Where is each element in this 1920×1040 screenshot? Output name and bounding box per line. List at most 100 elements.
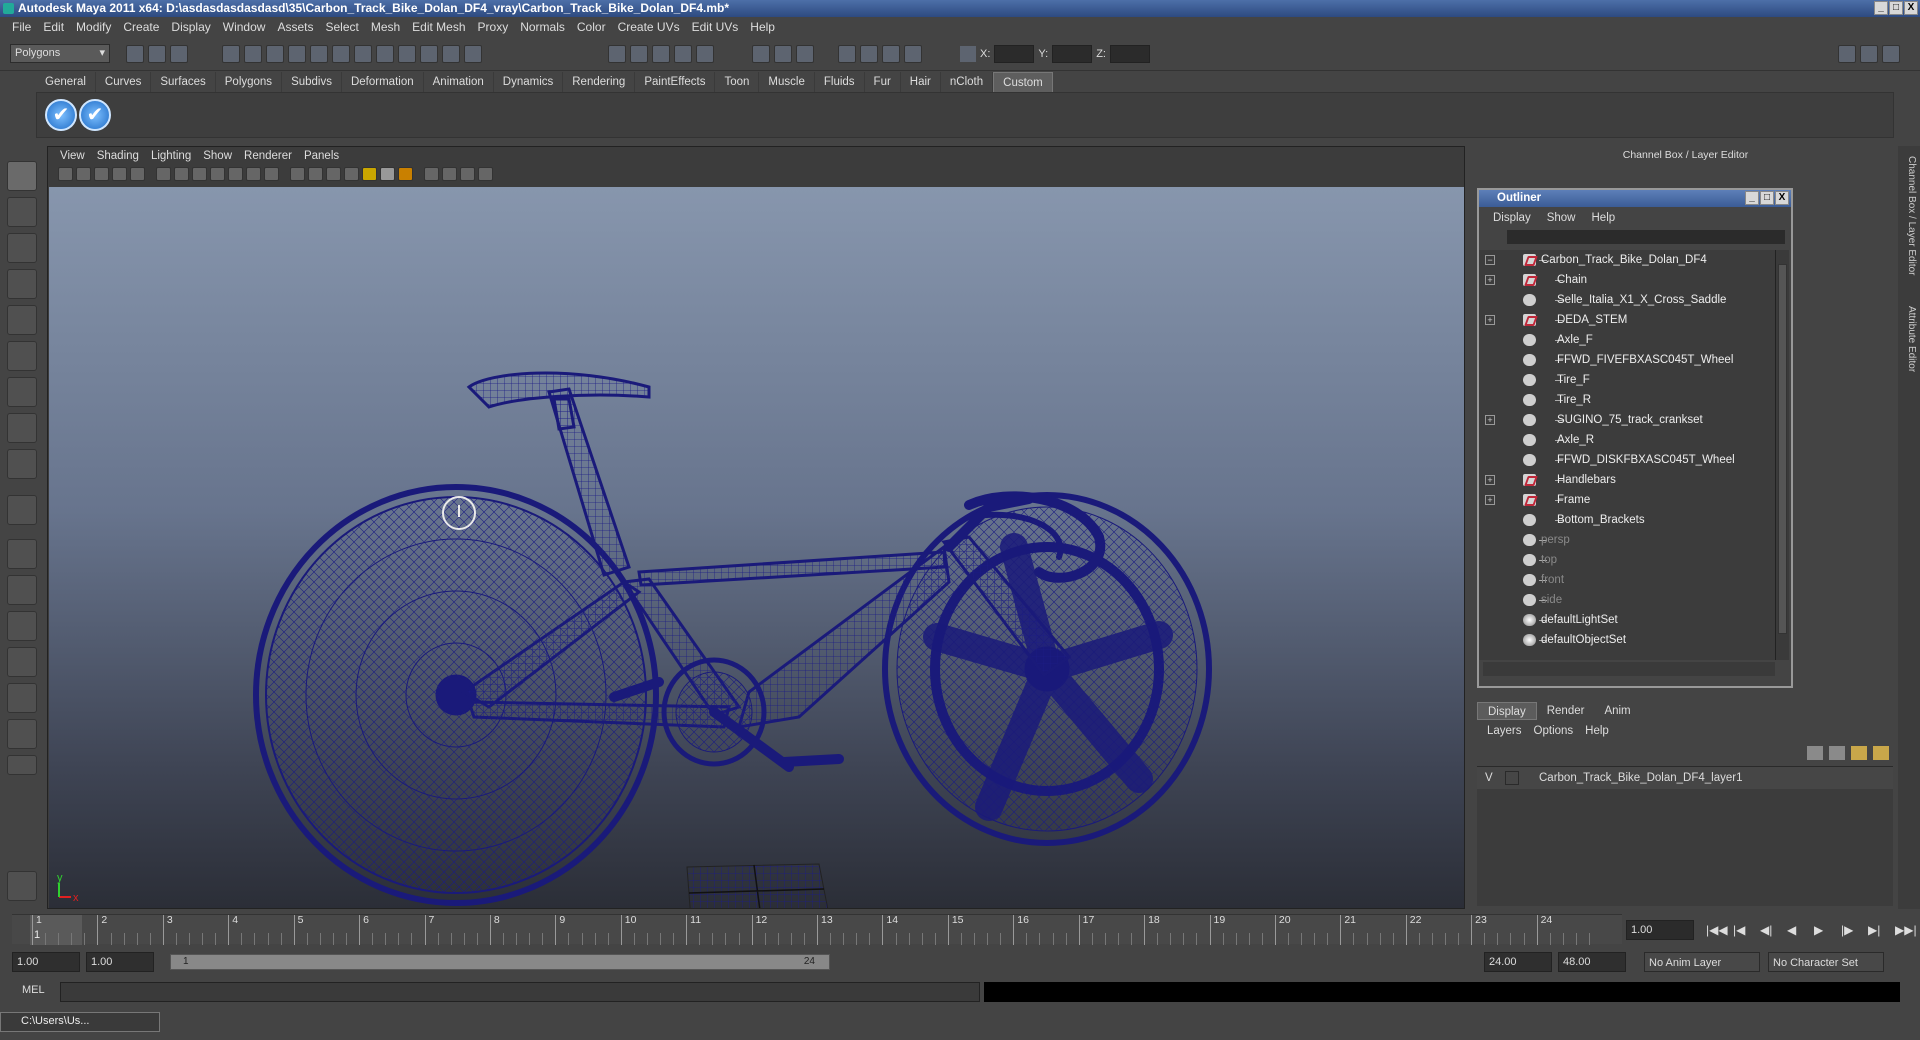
gate-mask-icon[interactable] bbox=[210, 167, 225, 181]
playback-button-3[interactable]: ◀| bbox=[1760, 923, 1772, 937]
menu-file[interactable]: File bbox=[6, 20, 37, 34]
outliner-item[interactable]: defaultLightSet bbox=[1479, 610, 1775, 630]
mask-render-icon[interactable] bbox=[420, 45, 438, 63]
lock-icon[interactable] bbox=[464, 45, 482, 63]
paint-select-tool-icon[interactable] bbox=[7, 233, 37, 263]
mel-label[interactable]: MEL bbox=[22, 984, 45, 996]
viewport-menu-renderer[interactable]: Renderer bbox=[238, 150, 298, 162]
outliner-item[interactable]: Tire_R bbox=[1479, 390, 1775, 410]
safe-action-icon[interactable] bbox=[246, 167, 261, 181]
expand-toggle-icon[interactable]: + bbox=[1485, 475, 1495, 485]
layer-color-swatch[interactable] bbox=[1505, 771, 1519, 785]
wireframe-icon[interactable] bbox=[290, 167, 305, 181]
ipr-render-icon[interactable] bbox=[882, 45, 900, 63]
absolute-transform-icon[interactable] bbox=[960, 46, 976, 62]
tab-attribute-editor[interactable]: Attribute Editor bbox=[1901, 306, 1917, 372]
shelf-tab-subdivs[interactable]: Subdivs bbox=[282, 72, 342, 92]
outliner-menu-display[interactable]: Display bbox=[1485, 212, 1539, 224]
bookmarks-icon[interactable] bbox=[94, 167, 109, 181]
menu-normals[interactable]: Normals bbox=[514, 20, 571, 34]
make-live-icon[interactable] bbox=[696, 45, 714, 63]
show-manipulator-icon[interactable] bbox=[7, 449, 37, 479]
layer-tab-anim[interactable]: Anim bbox=[1594, 702, 1640, 720]
perspective-viewport[interactable]: View Shading Lighting Show Renderer Panels bbox=[47, 146, 1465, 909]
smooth-shade-icon[interactable] bbox=[308, 167, 323, 181]
shelf-tab-fluids[interactable]: Fluids bbox=[815, 72, 865, 92]
save-scene-icon[interactable] bbox=[170, 45, 188, 63]
playback-button-2[interactable]: |◀ bbox=[1733, 923, 1745, 937]
viewport-menu-shading[interactable]: Shading bbox=[91, 150, 145, 162]
outliner-item[interactable]: + DEDA_STEM bbox=[1479, 310, 1775, 330]
snap-view-plane-icon[interactable] bbox=[674, 45, 692, 63]
layer-menu-help[interactable]: Help bbox=[1579, 725, 1615, 737]
outliner-horizontal-scrollbar[interactable] bbox=[1483, 662, 1775, 676]
mask-misc-icon[interactable] bbox=[442, 45, 460, 63]
shelf-tab-curves[interactable]: Curves bbox=[96, 72, 152, 92]
playback-start-field[interactable]: 1.00 bbox=[86, 952, 154, 972]
shelf-tab-rendering[interactable]: Rendering bbox=[563, 72, 636, 92]
outliner-item[interactable]: persp bbox=[1479, 530, 1775, 550]
xray-joints-icon[interactable] bbox=[460, 167, 475, 181]
layout-more-icon[interactable] bbox=[7, 755, 37, 775]
layout-graph-icon[interactable] bbox=[7, 647, 37, 677]
toggle-tool-settings-icon[interactable] bbox=[1860, 45, 1878, 63]
lasso-tool-icon[interactable] bbox=[7, 197, 37, 227]
expand-toggle-icon[interactable]: − bbox=[1485, 255, 1495, 265]
new-scene-icon[interactable] bbox=[126, 45, 144, 63]
outliner-item[interactable]: Axle_F bbox=[1479, 330, 1775, 350]
layer-menu-options[interactable]: Options bbox=[1528, 725, 1580, 737]
layout-editors-icon[interactable] bbox=[7, 719, 37, 749]
outliner-item[interactable]: FFWD_DISKFBXASC045T_Wheel bbox=[1479, 450, 1775, 470]
expand-toggle-icon[interactable]: + bbox=[1485, 495, 1495, 505]
outliner-item[interactable]: FFWD_FIVEFBXASC045T_Wheel bbox=[1479, 350, 1775, 370]
new-empty-layer-icon[interactable] bbox=[1851, 746, 1867, 760]
shelf-tab-painteffects[interactable]: PaintEffects bbox=[635, 72, 716, 92]
playback-button-1[interactable]: |◀◀ bbox=[1706, 923, 1728, 937]
outliner-item[interactable]: defaultObjectSet bbox=[1479, 630, 1775, 650]
maximize-button[interactable]: □ bbox=[1889, 1, 1903, 15]
shelf-tab-surfaces[interactable]: Surfaces bbox=[151, 72, 216, 92]
menu-window[interactable]: Window bbox=[217, 20, 272, 34]
layer-menu-layers[interactable]: Layers bbox=[1481, 725, 1528, 737]
expand-toggle-icon[interactable]: + bbox=[1485, 315, 1495, 325]
field-chart-icon[interactable] bbox=[228, 167, 243, 181]
shadows-icon[interactable] bbox=[398, 167, 413, 181]
input-ops-icon[interactable] bbox=[752, 45, 770, 63]
scene-view[interactable]: y x bbox=[49, 187, 1464, 908]
outliner-filter-field[interactable] bbox=[1507, 230, 1785, 244]
layout-four-icon[interactable] bbox=[7, 575, 37, 605]
isolate-select-icon[interactable] bbox=[424, 167, 439, 181]
menu-create-uvs[interactable]: Create UVs bbox=[612, 20, 686, 34]
current-time-field[interactable]: 1.00 bbox=[1626, 920, 1694, 940]
scale-tool-icon[interactable] bbox=[7, 341, 37, 371]
range-bar[interactable]: 1 24 bbox=[170, 954, 830, 970]
render-view-icon[interactable] bbox=[838, 45, 856, 63]
outliner-vertical-scrollbar[interactable] bbox=[1775, 250, 1789, 660]
toggle-channel-box-icon[interactable] bbox=[1882, 45, 1900, 63]
xray-icon[interactable] bbox=[442, 167, 457, 181]
textured-icon[interactable] bbox=[344, 167, 359, 181]
outliner-minimize-button[interactable]: _ bbox=[1745, 191, 1759, 205]
mask-handle-icon[interactable] bbox=[288, 45, 306, 63]
last-tool-icon[interactable] bbox=[7, 495, 37, 525]
minimize-button[interactable]: _ bbox=[1874, 1, 1888, 15]
expand-toggle-icon[interactable]: + bbox=[1485, 415, 1495, 425]
shelf-tab-toon[interactable]: Toon bbox=[715, 72, 760, 92]
menu-modify[interactable]: Modify bbox=[70, 20, 117, 34]
outliner-menu-help[interactable]: Help bbox=[1584, 212, 1624, 224]
shelf-tab-fur[interactable]: Fur bbox=[865, 72, 901, 92]
outliner-item[interactable]: Bottom_Brackets bbox=[1479, 510, 1775, 530]
viewport-menu-panels[interactable]: Panels bbox=[298, 150, 345, 162]
shelf-check-button-1[interactable]: ✔ bbox=[45, 99, 77, 131]
tab-channel-box[interactable]: Channel Box / Layer Editor bbox=[1901, 156, 1917, 276]
start-time-field[interactable]: 1.00 bbox=[12, 952, 80, 972]
layout-single-icon[interactable] bbox=[7, 539, 37, 569]
character-set-dropdown[interactable]: No Character Set bbox=[1768, 952, 1884, 972]
snap-grid-icon[interactable] bbox=[608, 45, 626, 63]
rotate-tool-icon[interactable] bbox=[7, 305, 37, 335]
layer-row[interactable]: V Carbon_Track_Bike_Dolan_DF4_layer1 bbox=[1477, 767, 1893, 789]
image-plane-icon[interactable] bbox=[112, 167, 127, 181]
outliner-item[interactable]: top bbox=[1479, 550, 1775, 570]
x-field[interactable] bbox=[994, 45, 1035, 63]
default-lighting-icon[interactable] bbox=[362, 167, 377, 181]
